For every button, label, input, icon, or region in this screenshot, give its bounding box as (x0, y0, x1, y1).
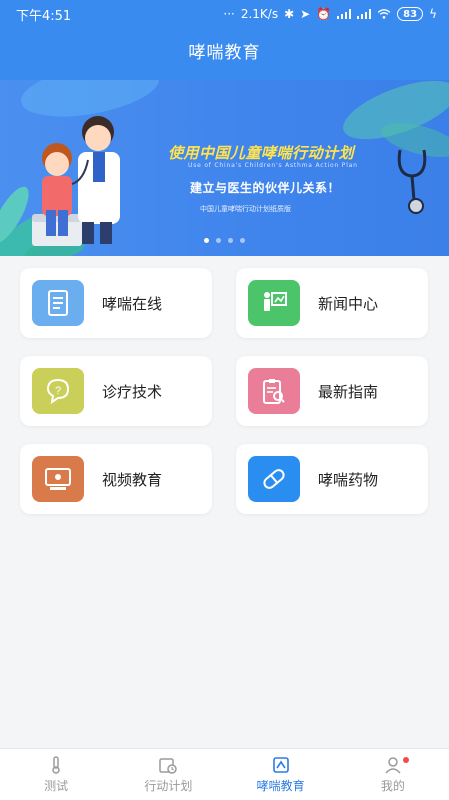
pagination-dot[interactable] (240, 238, 245, 243)
menu-card-video-education[interactable]: 视频教育 (20, 444, 212, 514)
wifi-icon (377, 9, 391, 19)
menu-label: 哮喘在线 (102, 294, 163, 313)
tab-action-plan[interactable]: 行动计划 (112, 749, 224, 800)
menu-label: 诊疗技术 (102, 382, 163, 401)
screen: 下午4:51 ··· 2.1K/s ✱ ➤ ⏰ 83 ϟ 哮喘教育 使用中国儿童… (0, 0, 449, 800)
pill-icon (248, 456, 300, 502)
profile-icon (385, 757, 401, 774)
promo-banner[interactable]: 使用中国儿童哮喘行动计划 Use of China's Children's A… (0, 80, 449, 256)
svg-text:?: ? (55, 385, 61, 397)
app-header: 下午4:51 ··· 2.1K/s ✱ ➤ ⏰ 83 ϟ 哮喘教育 (0, 0, 449, 80)
menu-card-guidelines[interactable]: 最新指南 (236, 356, 428, 426)
menu-label: 视频教育 (102, 470, 163, 489)
menu-card-asthma-online[interactable]: 哮喘在线 (20, 268, 212, 338)
banner-caption: 中国儿童哮喘行动计划纸质版 (200, 205, 291, 213)
more-icon: ··· (223, 7, 235, 21)
book-icon (32, 280, 84, 326)
video-lesson-icon (32, 456, 84, 502)
network-speed: 2.1K/s (240, 7, 279, 21)
tab-asthma-education[interactable]: 哮喘教育 (225, 749, 337, 800)
charging-icon: ϟ (429, 7, 437, 21)
education-icon (272, 757, 289, 773)
menu-label: 哮喘药物 (318, 470, 379, 489)
bluetooth-icon: ✱ (284, 7, 295, 21)
tab-mine[interactable]: 我的 (337, 749, 449, 800)
banner-subtitle: Use of China's Children's Asthma Action … (188, 162, 358, 169)
status-bar: 下午4:51 ··· 2.1K/s ✱ ➤ ⏰ 83 ϟ (0, 0, 449, 28)
signal-icon (337, 9, 352, 19)
signal-icon-2 (357, 9, 372, 19)
tab-label: 行动计划 (144, 779, 193, 793)
menu-label: 新闻中心 (318, 294, 379, 313)
notification-badge (402, 757, 409, 763)
tab-label: 测试 (44, 779, 69, 793)
news-board-icon (248, 280, 300, 326)
menu-card-asthma-drugs[interactable]: 哮喘药物 (236, 444, 428, 514)
status-right: ··· 2.1K/s ✱ ➤ ⏰ 83 ϟ (223, 7, 437, 21)
clipboard-search-icon (248, 368, 300, 414)
pagination-dot[interactable] (228, 238, 233, 243)
banner-pagination[interactable] (204, 238, 245, 243)
pagination-dot[interactable] (216, 238, 221, 243)
calendar-clock-icon (159, 758, 178, 774)
alarm-icon: ⏰ (316, 7, 332, 21)
pagination-dot[interactable] (204, 238, 209, 243)
banner-headline: 使用中国儿童哮喘行动计划 (168, 144, 355, 162)
banner-tagline: 建立与医生的伙伴儿关系！ (190, 181, 341, 195)
page-title: 哮喘教育 (188, 43, 261, 63)
tab-test[interactable]: 测试 (0, 749, 112, 800)
status-time: 下午4:51 (16, 8, 72, 24)
bottom-tab-bar: 测试 行动计划 哮喘教育 我的 (0, 748, 449, 800)
menu-card-treatment[interactable]: ? 诊疗技术 (20, 356, 212, 426)
tab-label: 哮喘教育 (256, 779, 305, 793)
battery-indicator: 83 (397, 7, 424, 21)
location-icon: ➤ (300, 7, 311, 21)
thermometer-icon (52, 756, 60, 774)
question-bubble-icon: ? (32, 368, 84, 414)
menu-card-news-center[interactable]: 新闻中心 (236, 268, 428, 338)
tab-label: 我的 (380, 779, 405, 793)
menu-label: 最新指南 (318, 382, 379, 401)
